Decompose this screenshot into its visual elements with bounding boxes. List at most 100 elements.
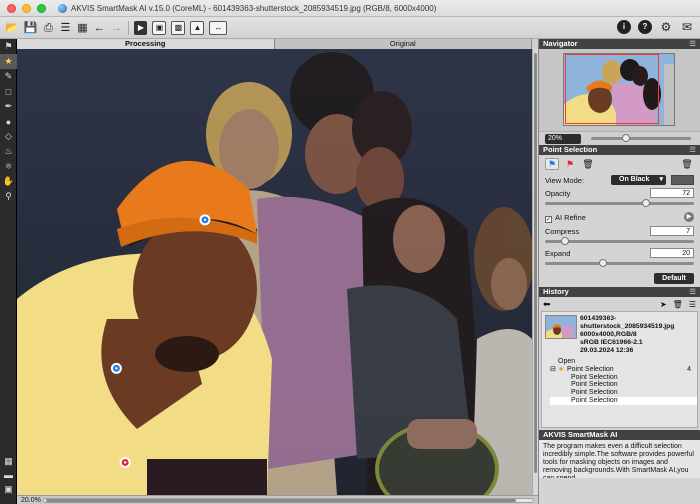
minimize-window-button[interactable] xyxy=(22,3,31,13)
hand-icon[interactable]: ✋ xyxy=(0,174,17,189)
history-close-icon[interactable]: ☰ xyxy=(689,287,696,297)
layer-icon[interactable]: ▩ xyxy=(171,20,186,35)
delete-points-icon[interactable]: 🗑 xyxy=(581,158,595,170)
open-file-icon[interactable]: 📂 xyxy=(5,21,19,35)
red-pin-icon[interactable]: ⚑ xyxy=(563,158,577,170)
compare-icon[interactable]: ↔ xyxy=(209,20,228,35)
tab-original[interactable]: Original xyxy=(274,39,532,49)
history-brush-icon[interactable]: ⚛ xyxy=(0,159,17,174)
navigator-view-rect[interactable] xyxy=(565,54,659,124)
print-icon[interactable]: ⎙ xyxy=(42,21,54,35)
history-group-label: Point Selection xyxy=(567,365,614,373)
help-icon[interactable]: ? xyxy=(638,20,652,34)
horizontal-scroll-thumb[interactable] xyxy=(46,498,516,502)
window-title: AKVIS SmartMask AI v.15.0 (CoreML) - 601… xyxy=(71,3,437,13)
drop-icon[interactable]: ● xyxy=(0,114,17,129)
save-file-icon[interactable]: 💾 xyxy=(24,21,38,35)
blue-pin-icon[interactable]: ⚑ xyxy=(545,158,559,170)
compress-slider[interactable] xyxy=(545,237,694,245)
history-open-step[interactable]: Open xyxy=(550,358,697,366)
opacity-input[interactable]: 72 xyxy=(650,188,694,198)
image-canvas[interactable] xyxy=(17,49,532,495)
history-group-count: 4 xyxy=(687,365,691,373)
ai-refine-control[interactable]: ✓ AI Refine xyxy=(545,213,586,223)
history-header: History ☰ xyxy=(539,287,700,297)
ai-refine-row: ✓ AI Refine ▶ xyxy=(545,209,694,225)
history-step[interactable]: Point Selection xyxy=(550,374,697,382)
ai-refine-run-icon[interactable]: ▶ xyxy=(684,212,694,222)
batch-icon[interactable]: ☰ xyxy=(59,21,71,35)
expand-input[interactable]: 20 xyxy=(650,248,694,258)
view-mode-select[interactable]: On Black ▾ xyxy=(611,175,666,185)
navigator-title: Navigator xyxy=(543,39,578,48)
clear-all-icon[interactable]: 🗑 xyxy=(680,158,694,170)
opacity-knob[interactable] xyxy=(641,199,650,207)
star-selection-icon[interactable]: ★ xyxy=(0,54,17,69)
view-mode-controls: On Black ▾ xyxy=(611,175,694,185)
grid-view-icon[interactable]: ▦ xyxy=(0,454,17,468)
bucket-icon[interactable]: ♨ xyxy=(0,144,17,159)
expand-slider[interactable] xyxy=(545,259,694,267)
about-text: The program makes even a difficult selec… xyxy=(539,440,700,478)
maximize-window-button[interactable] xyxy=(37,3,46,13)
toolbar-right: i ? ⚙ ✉ xyxy=(617,20,694,34)
zoom-icon[interactable]: ⚲ xyxy=(0,189,17,204)
redo-icon[interactable]: → xyxy=(110,21,122,35)
navigator-preview[interactable] xyxy=(539,49,700,131)
history-thumbnail xyxy=(545,315,577,339)
history-file-line: sRGB IEC61966-2.1 xyxy=(580,339,643,346)
history-menu-icon[interactable]: ☰ xyxy=(689,300,696,309)
expand-knob[interactable] xyxy=(599,259,607,267)
mask-icon[interactable]: ▣ xyxy=(152,20,167,35)
close-window-button[interactable] xyxy=(7,3,16,13)
image-icon[interactable]: ▲ xyxy=(190,20,205,35)
history-title: History xyxy=(543,287,569,296)
opacity-slider[interactable] xyxy=(545,199,694,207)
info-icon[interactable]: i xyxy=(617,20,631,34)
navigator-zoom-knob[interactable] xyxy=(622,134,630,142)
view-color-swatch[interactable] xyxy=(671,175,694,185)
title-bar: AKVIS SmartMask AI v.15.0 (CoreML) - 601… xyxy=(0,0,700,17)
ai-refine-checkbox[interactable]: ✓ xyxy=(545,215,552,223)
history-step-selected[interactable]: Point Selection xyxy=(550,396,697,405)
vertical-scroll-thumb[interactable] xyxy=(534,53,537,473)
tab-processing[interactable]: Processing xyxy=(17,39,275,49)
default-row: Default xyxy=(545,269,694,287)
history-list[interactable]: 601439363- shutterstock_2085934519.jpg 6… xyxy=(541,311,698,428)
navigator-zoom-select[interactable]: 20% xyxy=(545,133,581,144)
point-selection-body: ⚑ ⚑ 🗑 🗑 View Mode: On Black ▾ Opacity 72 … xyxy=(539,155,700,287)
history-step[interactable]: Point Selection xyxy=(550,381,697,389)
compress-knob[interactable] xyxy=(561,237,569,245)
collapse-icon[interactable]: ⊟ xyxy=(550,366,558,374)
about-header: AKVIS SmartMask AI xyxy=(539,430,700,440)
undo-icon[interactable]: ← xyxy=(93,21,105,35)
history-open-label: Open xyxy=(558,358,576,365)
point-selection-close-icon[interactable]: ☰ xyxy=(689,145,696,155)
magic-brush-icon[interactable]: ✒ xyxy=(0,99,17,114)
navigator-zoom-slider[interactable] xyxy=(591,134,691,142)
history-file-item[interactable]: 601439363- shutterstock_2085934519.jpg 6… xyxy=(542,312,697,358)
window-controls xyxy=(7,3,46,13)
horizontal-scrollbar[interactable] xyxy=(43,497,534,503)
eraser-icon[interactable]: ◇ xyxy=(0,129,17,144)
notifications-icon[interactable]: ✉ xyxy=(680,20,694,34)
navigator-close-icon[interactable]: ☰ xyxy=(689,39,696,49)
default-button[interactable]: Default xyxy=(654,272,694,284)
mask-view-icon[interactable]: ▣ xyxy=(0,482,17,496)
background-view-icon[interactable]: ▬ xyxy=(0,468,17,482)
history-right-tools: ➤ 🗑 ☰ xyxy=(660,300,696,309)
settings-grid-icon[interactable]: ▦ xyxy=(76,21,88,35)
history-step[interactable]: Point Selection xyxy=(550,389,697,397)
history-back-icon[interactable]: ⬅ xyxy=(543,299,551,310)
history-delete-icon[interactable]: 🗑 xyxy=(673,300,683,309)
blue-selection-point-center xyxy=(203,218,207,222)
run-icon[interactable]: ▶ xyxy=(134,20,148,35)
history-forward-icon[interactable]: ➤ xyxy=(660,300,667,309)
history-group[interactable]: ⊟ ★ Point Selection 4 xyxy=(550,366,697,374)
point-selection-icon[interactable]: ⚑ xyxy=(0,39,17,54)
color-picker-icon[interactable]: ✎ xyxy=(0,69,17,84)
settings-icon[interactable]: ⚙ xyxy=(659,20,673,34)
rectangle-icon[interactable]: □ xyxy=(0,84,17,99)
compress-input[interactable]: 7 xyxy=(650,226,694,236)
zoom-readout: 20.0% xyxy=(21,496,41,504)
